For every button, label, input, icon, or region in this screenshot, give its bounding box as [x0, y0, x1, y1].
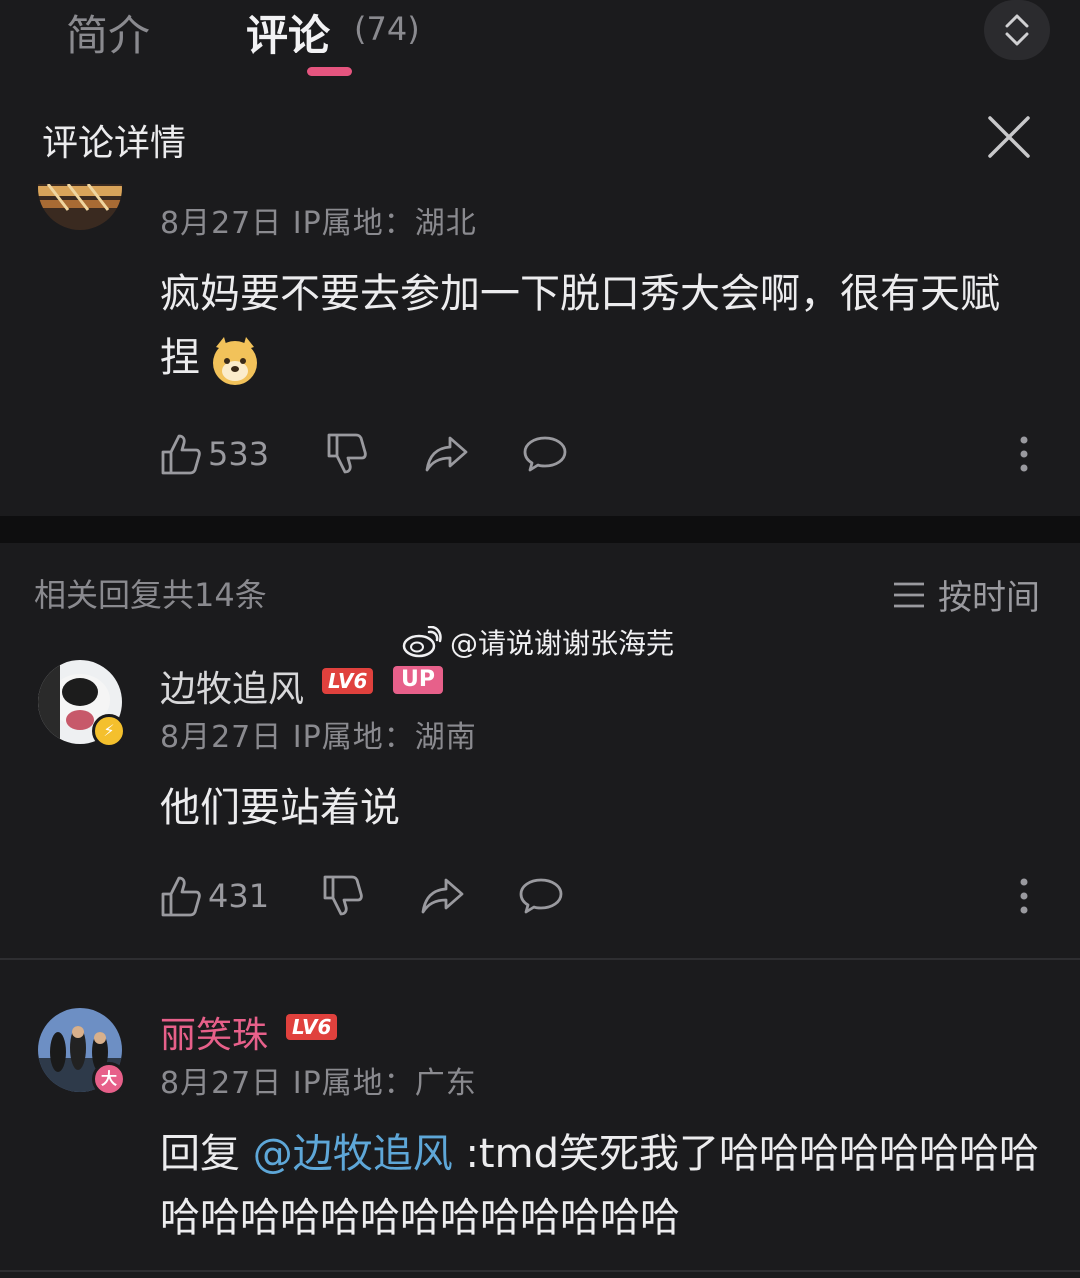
active-tab-indicator: [307, 67, 352, 76]
watermark-text: @请说谢谢张海芫: [450, 627, 675, 660]
level-badge: LV6: [322, 668, 374, 694]
share-button[interactable]: [420, 872, 466, 920]
reply-prefix: 回复: [160, 1131, 240, 1177]
reply-actions: 431: [160, 872, 1040, 920]
reply-button[interactable]: [518, 872, 564, 920]
thumbs-up-icon: [161, 876, 201, 917]
speech-bubble-icon: [519, 878, 563, 914]
expand-collapse-button[interactable]: [984, 0, 1050, 60]
sort-label: 按时间: [938, 578, 1040, 618]
share-button[interactable]: [424, 430, 470, 478]
like-count: 533: [208, 435, 270, 473]
speech-bubble-icon: [523, 436, 567, 472]
more-options-icon[interactable]: [1018, 876, 1030, 916]
reply-username[interactable]: 丽笑珠: [160, 1006, 268, 1058]
watermark: @请说谢谢张海芫: [402, 622, 674, 662]
tab-comments[interactable]: 评论: [246, 2, 330, 63]
comment-actions: 533: [160, 430, 1040, 478]
reply-text: 他们要站着说: [160, 785, 400, 831]
reply-divider: [0, 1270, 1080, 1272]
up-badge: UP: [393, 666, 443, 694]
mention-link[interactable]: @边牧追风: [253, 1131, 453, 1177]
level-badge: LV6: [286, 1014, 338, 1040]
thumbs-down-icon: [327, 433, 367, 474]
tab-intro[interactable]: 简介: [66, 2, 150, 63]
doge-emoji-icon: [213, 337, 257, 385]
share-arrow-icon: [421, 878, 464, 914]
reply-text: 回复 @边牧追风 :tmd笑死我了哈哈哈哈哈哈哈哈哈哈哈哈哈哈哈哈哈哈哈哈哈: [160, 1122, 1040, 1250]
like-count: 431: [208, 877, 270, 915]
member-badge-icon: 大: [92, 1062, 126, 1096]
reply-divider: [0, 958, 1080, 960]
like-button[interactable]: 431: [160, 872, 269, 920]
close-icon[interactable]: [986, 114, 1032, 160]
thumbs-down-icon: [323, 875, 363, 916]
reply-meta: 8月27日 IP属地：湖南: [160, 720, 477, 755]
comment-text: 疯妈要不要去参加一下脱口秀大会啊，很有天赋捏: [160, 262, 1020, 390]
reply-button[interactable]: [522, 430, 568, 478]
comment-text-content: 疯妈要不要去参加一下脱口秀大会啊，很有天赋捏: [160, 271, 1000, 381]
dislike-button[interactable]: [322, 872, 364, 920]
reply-meta: 8月27日 IP属地：广东: [160, 1066, 477, 1101]
reply-username[interactable]: 边牧追风: [160, 660, 304, 712]
dislike-button[interactable]: [326, 430, 368, 478]
comment-meta: 8月27日 IP属地：湖北: [160, 206, 477, 241]
sort-button[interactable]: 按时间: [892, 570, 1040, 619]
share-arrow-icon: [425, 436, 468, 472]
thumbs-up-icon: [161, 434, 201, 475]
more-options-icon[interactable]: [1018, 434, 1030, 474]
replies-count-label: 相关回复共14条: [34, 576, 267, 614]
comment-count: (74): [354, 10, 420, 48]
sort-lines-icon: [894, 582, 924, 607]
verified-badge-icon: ⚡: [92, 714, 126, 748]
like-button[interactable]: 533: [160, 430, 269, 478]
comment-detail-title: 评论详情: [42, 123, 187, 164]
tab-bar: 简介 评论 (74): [0, 0, 1080, 90]
weibo-logo-icon: [402, 626, 442, 658]
section-divider: [0, 516, 1080, 543]
chevron-up-down-icon: [1005, 14, 1029, 46]
